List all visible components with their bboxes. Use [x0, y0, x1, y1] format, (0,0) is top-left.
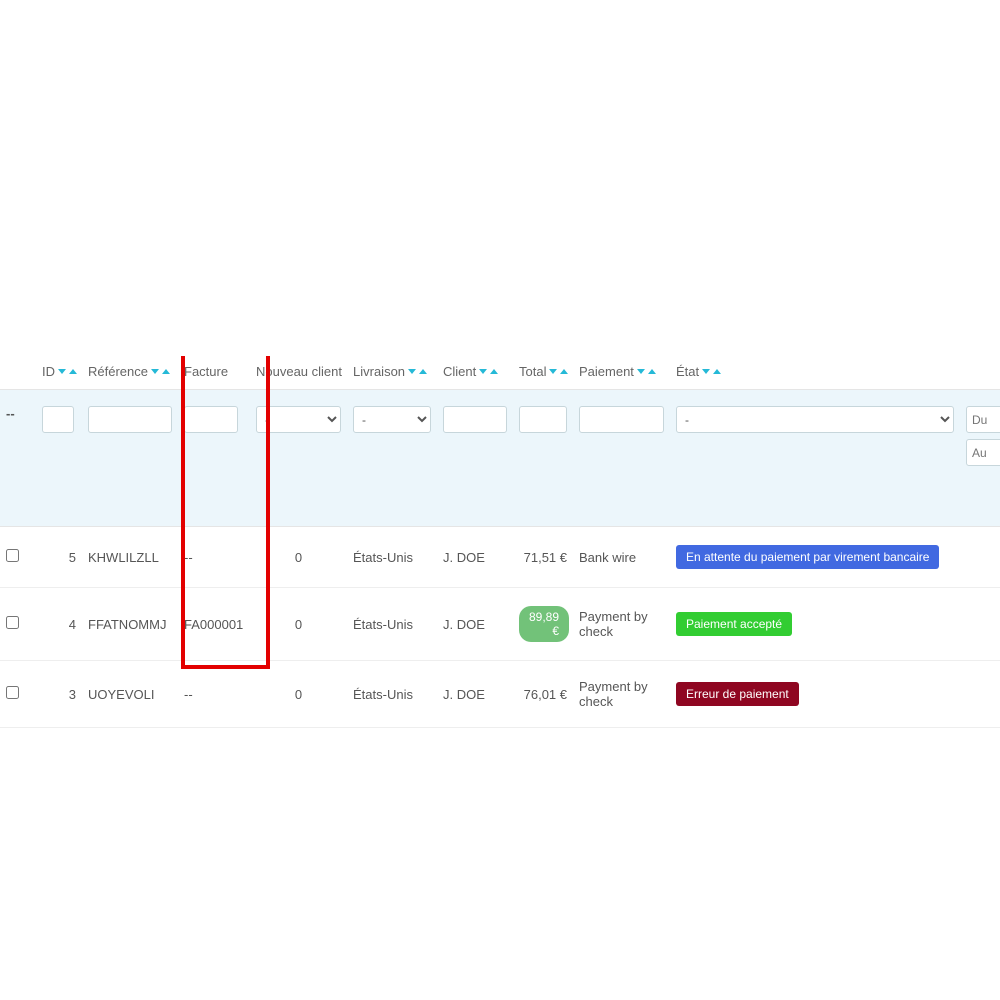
col-livraison-label: Livraison — [353, 364, 405, 379]
cell-livraison: États-Unis — [347, 661, 437, 728]
filter-etat-select[interactable]: - — [676, 406, 954, 433]
table-row[interactable]: 5KHWLILZLL--0États-UnisJ. DOE71,51 €Bank… — [0, 527, 1000, 588]
cell-nouveau-client: 0 — [250, 588, 347, 661]
filter-client-input[interactable] — [443, 406, 507, 433]
row-checkbox[interactable] — [6, 686, 19, 699]
sort-asc-icon[interactable] — [162, 369, 170, 374]
sort-asc-icon[interactable] — [560, 369, 568, 374]
cell-etat: Paiement accepté — [670, 588, 960, 661]
sort-desc-icon[interactable] — [549, 369, 557, 374]
cell-paiement: Bank wire — [573, 527, 670, 588]
cell-total: 89,89 € — [513, 588, 573, 661]
cell-reference: FFATNOMMJ — [82, 588, 178, 661]
orders-table: ID Référence Facture Nouveau client Livr… — [0, 356, 1000, 728]
col-id-label: ID — [42, 364, 55, 379]
sort-desc-icon[interactable] — [58, 369, 66, 374]
cell-facture: FA000001 — [178, 588, 250, 661]
cell-id: 3 — [36, 661, 82, 728]
cell-reference: UOYEVOLI — [82, 661, 178, 728]
table-row[interactable]: 4FFATNOMMJFA0000010États-UnisJ. DOE89,89… — [0, 588, 1000, 661]
sort-asc-icon[interactable] — [490, 369, 498, 374]
col-reference-label: Référence — [88, 364, 148, 379]
status-badge: En attente du paiement par virement banc… — [676, 545, 939, 569]
cell-nouveau-client: 0 — [250, 661, 347, 728]
sort-desc-icon[interactable] — [702, 369, 710, 374]
sort-asc-icon[interactable] — [648, 369, 656, 374]
status-badge: Erreur de paiement — [676, 682, 799, 706]
cell-client: J. DOE — [437, 588, 513, 661]
filter-date-from-input[interactable] — [966, 406, 1000, 433]
col-paiement-label: Paiement — [579, 364, 634, 379]
total-badge: 89,89 € — [519, 606, 569, 642]
col-client-label: Client — [443, 364, 476, 379]
status-badge: Paiement accepté — [676, 612, 792, 636]
sort-desc-icon[interactable] — [151, 369, 159, 374]
filter-nouveau-client-select[interactable]: - — [256, 406, 341, 433]
filter-reference-input[interactable] — [88, 406, 172, 433]
cell-paiement: Payment by check — [573, 661, 670, 728]
sort-desc-icon[interactable] — [479, 369, 487, 374]
cell-livraison: États-Unis — [347, 588, 437, 661]
table-row[interactable]: 3UOYEVOLI--0États-UnisJ. DOE76,01 €Payme… — [0, 661, 1000, 728]
cell-nouveau-client: 0 — [250, 527, 347, 588]
sort-desc-icon[interactable] — [637, 369, 645, 374]
col-nouveau-client-label: Nouveau client — [256, 364, 342, 379]
filter-date-to-input[interactable] — [966, 439, 1000, 466]
col-etat-label: État — [676, 364, 699, 379]
filter-facture-input[interactable] — [184, 406, 238, 433]
cell-etat: En attente du paiement par virement banc… — [670, 527, 960, 588]
cell-paiement: Payment by check — [573, 588, 670, 661]
row-checkbox[interactable] — [6, 616, 19, 629]
cell-livraison: États-Unis — [347, 527, 437, 588]
sort-asc-icon[interactable] — [713, 369, 721, 374]
sort-asc-icon[interactable] — [69, 369, 77, 374]
cell-id: 4 — [36, 588, 82, 661]
filter-bulk-placeholder: -- — [0, 390, 36, 527]
col-total-label: Total — [519, 364, 546, 379]
cell-facture: -- — [178, 527, 250, 588]
filter-paiement-input[interactable] — [579, 406, 664, 433]
sort-asc-icon[interactable] — [419, 369, 427, 374]
cell-etat: Erreur de paiement — [670, 661, 960, 728]
cell-id: 5 — [36, 527, 82, 588]
cell-total: 76,01 € — [513, 661, 573, 728]
row-checkbox[interactable] — [6, 549, 19, 562]
filter-livraison-select[interactable]: - — [353, 406, 431, 433]
sort-desc-icon[interactable] — [408, 369, 416, 374]
cell-total: 71,51 € — [513, 527, 573, 588]
cell-reference: KHWLILZLL — [82, 527, 178, 588]
cell-client: J. DOE — [437, 527, 513, 588]
filter-total-input[interactable] — [519, 406, 567, 433]
cell-facture: -- — [178, 661, 250, 728]
cell-client: J. DOE — [437, 661, 513, 728]
col-facture-label: Facture — [184, 364, 228, 379]
filter-id-input[interactable] — [42, 406, 74, 433]
